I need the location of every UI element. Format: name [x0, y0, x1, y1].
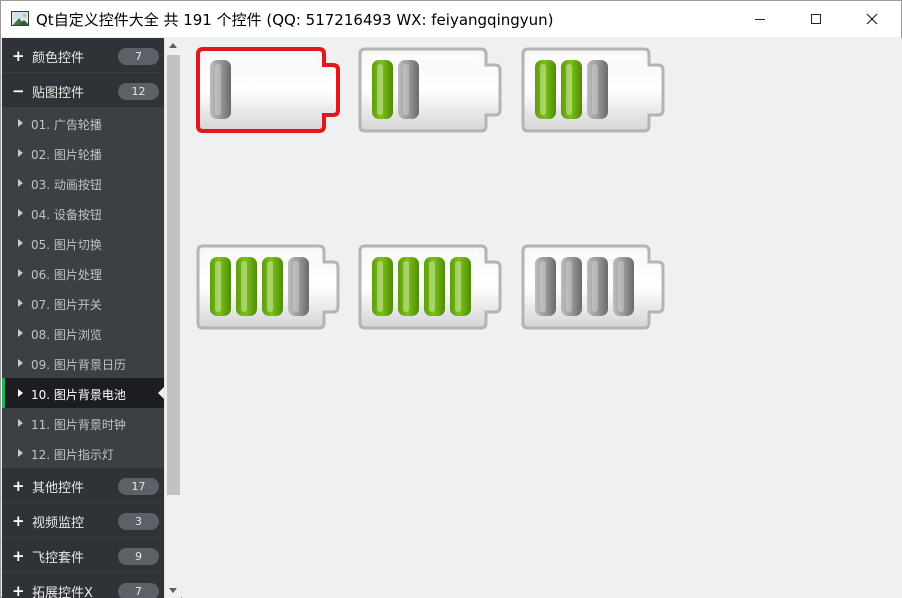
battery-icon [521, 47, 665, 133]
nav-item[interactable]: 04. 设备按钮 [2, 198, 164, 228]
nav-item-label: 01. 广告轮播 [31, 118, 102, 132]
nav-group-header[interactable]: − 贴图控件 12 [2, 73, 164, 108]
nav-group-label: 其他控件 [32, 481, 85, 496]
nav-item-label: 07. 图片开关 [31, 298, 102, 312]
nav-item[interactable]: 08. 图片浏览 [2, 318, 164, 348]
battery-icon [358, 47, 502, 133]
nav-item[interactable]: 12. 图片指示灯 [2, 438, 164, 468]
title-bar[interactable]: Qt自定义控件大全 共 191 个控件 (QQ: 517216493 WX: f… [1, 1, 901, 37]
battery-widget[interactable] [195, 47, 345, 135]
expand-icon: + [12, 47, 25, 65]
collapse-icon: − [12, 82, 25, 100]
battery-demo-panel [182, 38, 902, 598]
expand-icon: + [12, 477, 25, 495]
battery-icon [196, 244, 340, 330]
nav-group-count-badge: 7 [118, 48, 159, 65]
app-image-icon [11, 11, 29, 26]
caret-right-icon [18, 359, 23, 367]
nav-item-label: 12. 图片指示灯 [31, 448, 114, 462]
nav-group-count-badge: 3 [118, 513, 159, 530]
nav-item-label: 10. 图片背景电池 [31, 388, 126, 402]
app-window: Qt自定义控件大全 共 191 个控件 (QQ: 517216493 WX: f… [0, 0, 902, 598]
control-navigation-tree: + 颜色控件 7 − 贴图控件 12 01. 广告轮播 02. 图片轮播 03. 动画按钮 04.… [2, 38, 164, 598]
nav-group-label: 飞控套件 [32, 551, 85, 566]
expand-icon: + [12, 547, 25, 565]
nav-item-label: 02. 图片轮播 [31, 148, 102, 162]
battery-icon [196, 47, 340, 133]
nav-group-header[interactable]: + 视频监控 3 [2, 503, 164, 538]
nav-group-header[interactable]: + 颜色控件 7 [2, 38, 164, 73]
nav-item[interactable]: 05. 图片切换 [2, 228, 164, 258]
caret-right-icon [18, 239, 23, 247]
expand-icon: + [12, 512, 25, 530]
nav-group-count-badge: 7 [118, 583, 159, 598]
nav-group-count-badge: 17 [118, 478, 159, 495]
nav-item-label: 08. 图片浏览 [31, 328, 102, 342]
battery-icon [358, 244, 502, 330]
nav-item-label: 11. 图片背景时钟 [31, 418, 126, 432]
caret-right-icon [18, 149, 23, 157]
scroll-thumb[interactable] [167, 55, 180, 495]
expand-icon: + [12, 582, 25, 598]
minimize-icon [755, 19, 765, 20]
scroll-down-arrow-icon[interactable] [169, 588, 177, 593]
maximize-icon [811, 14, 821, 24]
nav-item-label: 09. 图片背景日历 [31, 358, 126, 372]
nav-item-label: 04. 设备按钮 [31, 208, 102, 222]
caret-right-icon [18, 119, 23, 127]
nav-group-label: 颜色控件 [32, 51, 85, 66]
minimize-button[interactable] [732, 1, 788, 37]
close-icon [866, 13, 878, 25]
nav-item[interactable]: 02. 图片轮播 [2, 138, 164, 168]
close-button[interactable] [844, 1, 900, 37]
battery-widget[interactable] [357, 47, 507, 135]
nav-item[interactable]: 10. 图片背景电池 [2, 378, 164, 408]
nav-item-label: 06. 图片处理 [31, 268, 102, 282]
nav-group-count-badge: 12 [118, 83, 159, 100]
caret-right-icon [18, 299, 23, 307]
nav-item[interactable]: 06. 图片处理 [2, 258, 164, 288]
caret-right-icon [18, 329, 23, 337]
caret-right-icon [18, 389, 23, 397]
scroll-up-arrow-icon[interactable] [169, 43, 177, 48]
nav-group-count-badge: 9 [118, 548, 159, 565]
nav-item[interactable]: 03. 动画按钮 [2, 168, 164, 198]
nav-group-header[interactable]: + 其他控件 17 [2, 468, 164, 503]
maximize-button[interactable] [788, 1, 844, 37]
nav-item[interactable]: 01. 广告轮播 [2, 108, 164, 138]
nav-group-label: 视频监控 [32, 516, 85, 531]
battery-icon [521, 244, 665, 330]
nav-scrollbar[interactable] [164, 38, 181, 598]
nav-item-label: 03. 动画按钮 [31, 178, 102, 192]
caret-right-icon [18, 269, 23, 277]
caret-right-icon [18, 179, 23, 187]
battery-widget[interactable] [520, 244, 670, 332]
battery-widget[interactable] [195, 244, 345, 332]
battery-widget[interactable] [357, 244, 507, 332]
battery-widget[interactable] [520, 47, 670, 135]
window-title: Qt自定义控件大全 共 191 个控件 (QQ: 517216493 WX: f… [36, 11, 554, 29]
nav-item[interactable]: 07. 图片开关 [2, 288, 164, 318]
caret-right-icon [18, 449, 23, 457]
nav-item[interactable]: 09. 图片背景日历 [2, 348, 164, 378]
nav-group-label: 拓展控件X [32, 586, 93, 598]
nav-item-label: 05. 图片切换 [31, 238, 102, 252]
nav-group-label: 贴图控件 [32, 86, 85, 101]
nav-group-header[interactable]: + 飞控套件 9 [2, 538, 164, 573]
caret-right-icon [18, 419, 23, 427]
caret-right-icon [18, 209, 23, 217]
nav-group-header[interactable]: + 拓展控件X 7 [2, 573, 164, 598]
selected-indicator-bar [2, 378, 5, 408]
nav-item[interactable]: 11. 图片背景时钟 [2, 408, 164, 438]
